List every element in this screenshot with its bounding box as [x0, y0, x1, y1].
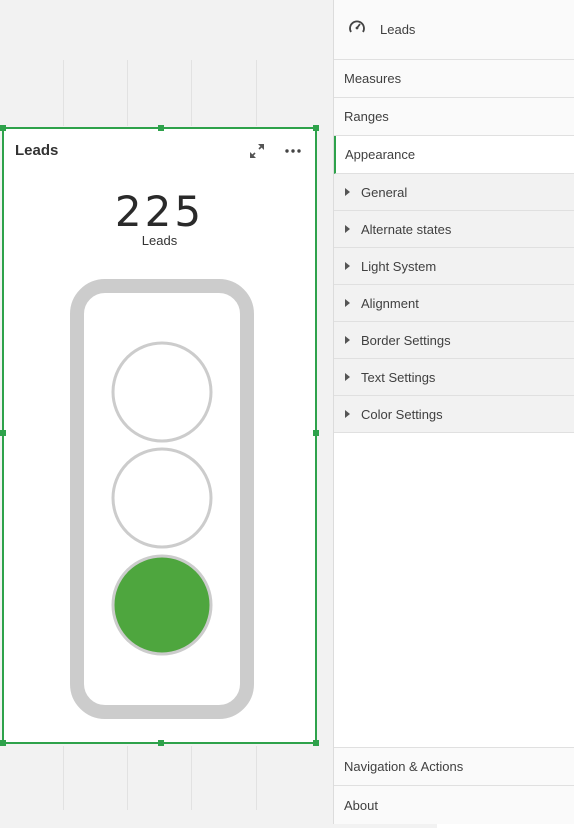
appearance-item-label: General [361, 184, 408, 200]
kpi-value: 225 [114, 187, 205, 236]
resize-handle[interactable] [0, 125, 6, 131]
panel-header-label: Leads [380, 22, 416, 37]
appearance-item-label: Light System [361, 258, 437, 274]
caret-right-icon [345, 299, 350, 307]
grid-line [191, 746, 192, 810]
resize-handle[interactable] [313, 430, 319, 436]
appearance-color-settings[interactable]: Color Settings [334, 396, 574, 433]
caret-right-icon [345, 373, 350, 381]
panel-bottom-strip [333, 824, 437, 828]
traffic-light-visualization[interactable]: Leads 225 Leads [0, 125, 319, 746]
grid-line [191, 60, 192, 126]
caret-right-icon [345, 225, 350, 233]
appearance-border-settings[interactable]: Border Settings [334, 322, 574, 359]
resize-handle[interactable] [0, 430, 6, 436]
appearance-item-label: Color Settings [361, 406, 443, 422]
section-appearance[interactable]: Appearance [334, 136, 574, 174]
visualization-toolbar [247, 141, 303, 161]
section-navigation-actions[interactable]: Navigation & Actions [334, 748, 574, 786]
grid-line [127, 746, 128, 810]
appearance-item-label: Border Settings [361, 332, 451, 348]
grid-line [127, 60, 128, 126]
gauge-icon [348, 19, 366, 40]
appearance-text-settings[interactable]: Text Settings [334, 359, 574, 396]
kpi-label: Leads [141, 233, 178, 248]
panel-bottom-sections: Navigation & Actions About [334, 747, 574, 824]
expand-icon[interactable] [247, 141, 267, 161]
resize-handle[interactable] [0, 740, 6, 746]
caret-right-icon [345, 262, 350, 270]
grid-line [256, 60, 257, 126]
appearance-item-label: Alternate states [361, 221, 452, 237]
appearance-item-label: Text Settings [361, 369, 436, 385]
sheet-canvas: Leads 225 Leads [0, 0, 333, 828]
middle-light [111, 447, 213, 549]
appearance-general[interactable]: General [334, 174, 574, 211]
top-light [111, 341, 213, 443]
appearance-alternate-states[interactable]: Alternate states [334, 211, 574, 248]
section-about[interactable]: About [334, 786, 574, 824]
caret-right-icon [345, 410, 350, 418]
appearance-light-system[interactable]: Light System [334, 248, 574, 285]
section-ranges[interactable]: Ranges [334, 98, 574, 136]
visualization-title: Leads [15, 142, 59, 159]
resize-handle[interactable] [158, 740, 164, 746]
resize-handle[interactable] [313, 125, 319, 131]
bottom-light [111, 554, 213, 656]
panel-header: Leads [334, 0, 574, 60]
caret-right-icon [345, 188, 350, 196]
more-options-icon[interactable] [283, 141, 303, 161]
grid-line [63, 60, 64, 126]
grid-line [63, 746, 64, 810]
resize-handle[interactable] [313, 740, 319, 746]
caret-right-icon [345, 336, 350, 344]
traffic-light [70, 279, 254, 719]
properties-panel: Leads Measures Ranges Appearance General… [333, 0, 574, 828]
section-measures[interactable]: Measures [334, 60, 574, 98]
appearance-item-label: Alignment [361, 295, 419, 311]
appearance-alignment[interactable]: Alignment [334, 285, 574, 322]
grid-line [256, 746, 257, 810]
resize-handle[interactable] [158, 125, 164, 131]
